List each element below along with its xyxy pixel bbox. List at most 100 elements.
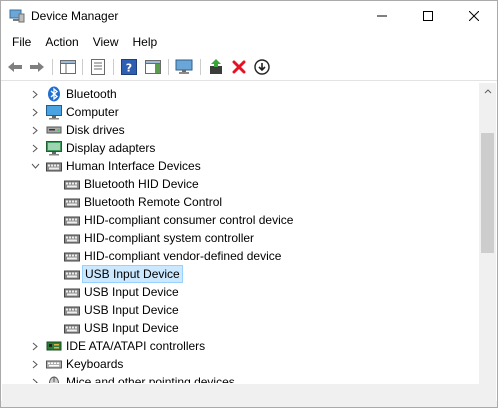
tree-device-label: USB Input Device [84,285,179,299]
tree-category-row[interactable]: Computer [2,103,479,121]
action-pane-button[interactable] [144,58,162,76]
title-bar[interactable]: Device Manager [1,1,497,31]
ide-controller-icon [46,338,62,354]
uninstall-device-button[interactable] [230,58,248,76]
tree-device-row[interactable]: Bluetooth HID Device [2,175,479,193]
scroll-up-arrow[interactable] [479,83,496,100]
tree-category-row[interactable]: IDE ATA/ATAPI controllers [2,337,479,355]
tree-device-label: USB Input Device [84,303,179,317]
chevron-right-icon[interactable] [29,376,41,383]
menu-action[interactable]: Action [38,32,85,52]
toolbar-separator [52,59,53,75]
tree-device-row[interactable]: HID-compliant system controller [2,229,479,247]
chevron-right-icon[interactable] [29,124,41,136]
chevron-right-icon[interactable] [29,106,41,118]
hid-device-icon [64,176,80,192]
tree-category-row[interactable]: Human Interface Devices [2,157,479,175]
help-button[interactable]: ? [120,58,138,76]
tree-device-label: HID-compliant consumer control device [84,213,294,227]
tree-category-label: Mice and other pointing devices [66,375,235,383]
properties-button[interactable] [89,58,107,76]
tree-category-label: Keyboards [66,357,124,371]
display-adapter-icon [46,140,62,156]
tree-device-row[interactable]: Bluetooth Remote Control [2,193,479,211]
chevron-right-icon[interactable] [29,358,41,370]
update-driver-button[interactable] [207,58,225,76]
device-tree[interactable]: Bluetooth Computer Disk drives Display a… [2,83,479,383]
tree-device-label: HID-compliant system controller [84,231,255,245]
tree-category-row[interactable]: Disk drives [2,121,479,139]
show-hide-console-tree-button[interactable] [59,58,77,76]
hid-device-icon [64,230,80,246]
chevron-right-icon[interactable] [29,142,41,154]
toolbar-separator [113,59,114,75]
menu-file[interactable]: File [5,32,38,52]
hid-device-icon [64,266,80,282]
close-button[interactable] [451,1,497,31]
horizontal-scrollbar[interactable] [2,384,479,401]
minimize-button[interactable] [359,1,405,31]
tree-category-label: Human Interface Devices [66,159,201,173]
tree-device-label: USB Input Device [82,265,183,283]
hid-device-icon [64,212,80,228]
window-title: Device Manager [31,9,119,23]
chevron-down-icon[interactable] [29,160,41,172]
tree-category-row[interactable]: Bluetooth [2,85,479,103]
hid-device-icon [64,194,80,210]
disable-device-button[interactable] [253,58,271,76]
tree-category-row[interactable]: Display adapters [2,139,479,157]
tree-category-label: IDE ATA/ATAPI controllers [66,339,206,353]
menu-help[interactable]: Help [126,32,165,52]
update-driver-icon [210,59,222,74]
status-bar [1,401,497,407]
tree-device-row-selected[interactable]: USB Input Device [2,265,479,283]
menu-bar: File Action View Help [1,31,497,53]
menu-view[interactable]: View [86,32,126,52]
mouse-icon [46,374,62,383]
tree-category-row[interactable]: Mice and other pointing devices [2,373,479,383]
scan-hardware-button[interactable] [175,58,193,76]
tree-category-label: Computer [66,105,119,119]
close-icon [469,11,479,21]
tree-device-row[interactable]: USB Input Device [2,301,479,319]
hid-device-icon [64,284,80,300]
tree-device-label: HID-compliant vendor-defined device [84,249,282,263]
tree-device-row[interactable]: HID-compliant vendor-defined device [2,247,479,265]
keyboard-icon [46,356,62,372]
hid-icon [46,158,62,174]
tree-category-label: Disk drives [66,123,125,137]
scrollbar-corner [479,384,496,401]
hid-device-icon [64,248,80,264]
toolbar-separator [82,59,83,75]
tree-device-label: USB Input Device [84,321,179,335]
vertical-scrollbar-thumb[interactable] [481,133,494,253]
help-icon: ? [121,59,137,75]
tree-device-label: Bluetooth HID Device [84,177,199,191]
maximize-icon [423,11,433,21]
vertical-scrollbar[interactable] [479,83,496,384]
computer-icon [46,104,62,120]
maximize-button[interactable] [405,1,451,31]
minimize-icon [377,15,387,17]
bluetooth-icon [46,86,62,102]
back-icon [8,62,22,72]
tree-device-row[interactable]: USB Input Device [2,319,479,337]
show-hide-console-tree-icon [60,60,76,74]
tree-category-row[interactable]: Keyboards [2,355,479,373]
toolbar-separator [168,59,169,75]
hid-device-icon [64,320,80,336]
toolbar: ? [1,53,497,81]
forward-button[interactable] [28,58,46,76]
action-pane-icon [145,60,161,74]
chevron-right-icon[interactable] [29,88,41,100]
uninstall-device-icon [232,60,246,74]
device-manager-app-icon [9,9,25,23]
tree-device-row[interactable]: HID-compliant consumer control device [2,211,479,229]
chevron-right-icon[interactable] [29,340,41,352]
properties-icon [91,59,105,75]
svg-text:?: ? [126,62,132,75]
tree-device-row[interactable]: USB Input Device [2,283,479,301]
back-button[interactable] [6,58,24,76]
forward-icon [30,62,44,72]
disk-drive-icon [46,122,62,138]
